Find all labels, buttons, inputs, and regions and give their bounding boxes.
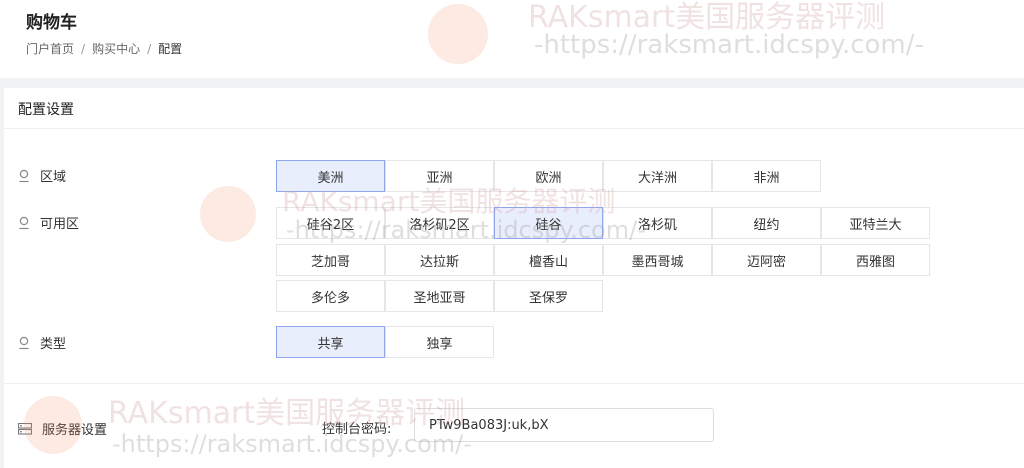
type-option-shared[interactable]: 共享: [276, 326, 385, 358]
divider: [4, 383, 1024, 384]
region-label: 区域: [18, 166, 66, 185]
zone-option[interactable]: 洛杉矶2区: [385, 207, 494, 239]
zone-option[interactable]: 洛杉矶: [603, 207, 712, 239]
type-label-text: 类型: [40, 337, 67, 352]
location-pin-icon: [19, 336, 29, 349]
region-option-oceania[interactable]: 大洋洲: [603, 160, 712, 192]
zone-option[interactable]: 达拉斯: [385, 244, 494, 276]
server-settings-label: 服务器设置: [18, 419, 107, 438]
region-option-africa[interactable]: 非洲: [712, 160, 821, 192]
breadcrumb-separator: /: [147, 42, 152, 56]
zone-option[interactable]: 墨西哥城: [603, 244, 712, 276]
region-label-text: 区域: [40, 170, 67, 185]
watermark-logo: [200, 186, 256, 242]
config-card: 配置设置 区域 美洲 亚洲 欧洲 大洋洲 非洲 可用区 硅谷2区 洛杉矶2区 硅…: [4, 88, 1024, 468]
zone-option-selected[interactable]: 硅谷: [494, 207, 603, 239]
divider: [4, 128, 1024, 129]
location-pin-icon: [19, 169, 29, 182]
zone-option[interactable]: 硅谷2区: [276, 207, 385, 239]
breadcrumb-separator: /: [81, 42, 86, 56]
zone-option[interactable]: 圣保罗: [494, 280, 603, 312]
watermark-logo: [428, 4, 488, 64]
zone-option[interactable]: 多伦多: [276, 280, 385, 312]
page-header: 购物车 门户首页 / 购买中心 / 配置 RAKsmart美国服务器评测 -https:…: [0, 0, 1024, 78]
zone-label: 可用区: [18, 213, 79, 232]
zone-option[interactable]: 圣地亚哥: [385, 280, 494, 312]
zone-option[interactable]: 亚特兰大: [821, 207, 930, 239]
breadcrumb: 门户首页 / 购买中心 / 配置: [26, 40, 182, 57]
console-password-input[interactable]: [414, 408, 714, 442]
location-pin-icon: [19, 216, 29, 229]
type-option-dedicated[interactable]: 独享: [385, 326, 494, 358]
breadcrumb-current: 配置: [158, 42, 183, 56]
zone-option[interactable]: 西雅图: [821, 244, 930, 276]
zone-option[interactable]: 檀香山: [494, 244, 603, 276]
console-password-label: 控制台密码:: [322, 422, 392, 437]
server-icon: [18, 422, 32, 435]
region-option-europe[interactable]: 欧洲: [494, 160, 603, 192]
breadcrumb-home[interactable]: 门户首页: [26, 42, 74, 56]
zone-label-text: 可用区: [40, 217, 80, 232]
zone-option[interactable]: 芝加哥: [276, 244, 385, 276]
card-title: 配置设置: [18, 102, 74, 118]
zone-option[interactable]: 迈阿密: [712, 244, 821, 276]
server-settings-text: 服务器设置: [42, 423, 108, 438]
breadcrumb-purchase-center[interactable]: 购买中心: [92, 42, 140, 56]
region-option-asia[interactable]: 亚洲: [385, 160, 494, 192]
watermark-brand: RAKsmart美国服务器评测: [108, 396, 466, 431]
zone-option[interactable]: 纽约: [712, 207, 821, 239]
type-label: 类型: [18, 333, 66, 352]
watermark-url: -https://raksmart.idcspy.com/-: [534, 30, 924, 60]
watermark-brand: RAKsmart美国服务器评测: [528, 0, 886, 35]
region-option-americas[interactable]: 美洲: [276, 160, 385, 192]
page-title: 购物车: [26, 13, 77, 33]
